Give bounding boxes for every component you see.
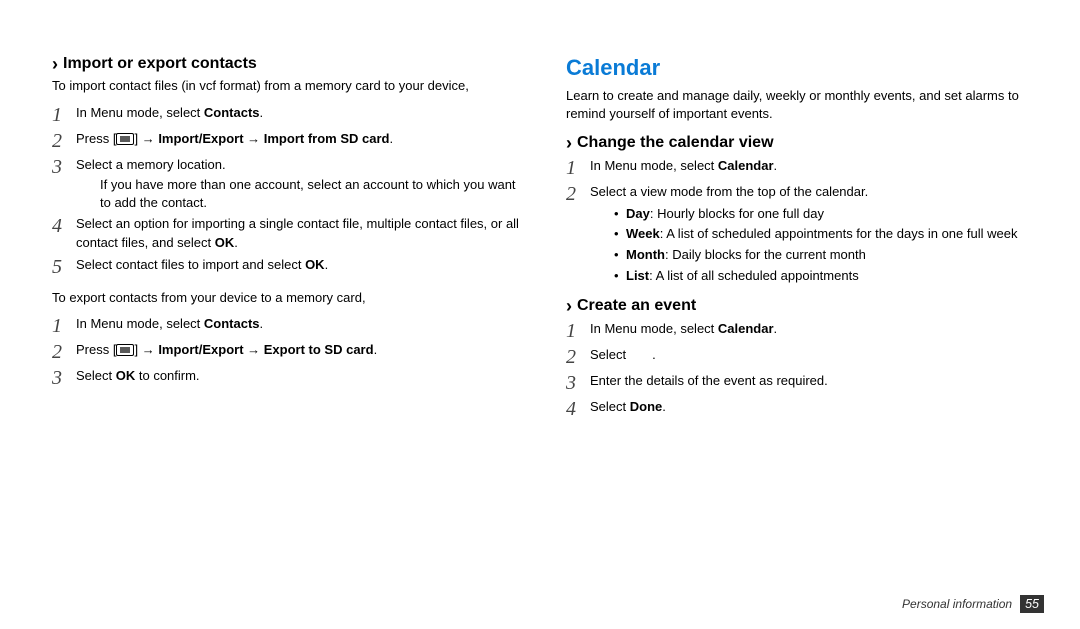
step: In Menu mode, select Contacts. [52,314,526,338]
step: In Menu mode, select Contacts. [52,103,526,127]
right-column: Calendar Learn to create and manage dail… [566,55,1040,431]
create-event-heading: › Create an event [566,297,1040,315]
step: Press [] → Import/Export → Export to SD … [52,340,526,364]
export-intro: To export contacts from your device to a… [52,289,526,307]
step: Select OK to confirm. [52,366,526,390]
step-note: If you have more than one account, selec… [100,176,526,212]
change-view-steps: In Menu mode, select Calendar. Select a … [566,156,1040,287]
menu-icon [116,344,134,356]
list-item: Week: A list of scheduled appointments f… [614,224,1040,245]
view-modes: Day: Hourly blocks for one full day Week… [590,204,1040,287]
step: Select an option for importing a single … [52,214,526,253]
page-footer: Personal information 55 [902,595,1044,613]
menu-icon [116,133,134,145]
heading-text: Create an event [577,297,696,315]
page-number: 55 [1020,595,1044,613]
step: Press [] → Import/Export → Import from S… [52,129,526,153]
import-export-heading: › Import or export contacts [52,55,526,73]
step: Select Done. [566,397,1040,421]
import-steps: In Menu mode, select Contacts. Press [] … [52,103,526,279]
list-item: List: A list of all scheduled appointmen… [614,266,1040,287]
footer-section-label: Personal information [902,597,1012,611]
left-column: › Import or export contacts To import co… [52,55,526,431]
list-item: Day: Hourly blocks for one full day [614,204,1040,225]
import-intro: To import contact files (in vcf format) … [52,77,526,95]
heading-text: Import or export contacts [63,55,257,73]
step: Select contact files to import and selec… [52,255,526,279]
chevron-icon: › [566,297,572,315]
step: Select a memory location. If you have mo… [52,155,526,212]
export-steps: In Menu mode, select Contacts. Press [] … [52,314,526,390]
heading-text: Change the calendar view [577,134,774,152]
calendar-intro: Learn to create and manage daily, weekly… [566,87,1040,122]
change-view-heading: › Change the calendar view [566,134,1040,152]
step: Select a view mode from the top of the c… [566,182,1040,287]
step: Select . [566,345,1040,369]
step: In Menu mode, select Calendar. [566,319,1040,343]
step: In Menu mode, select Calendar. [566,156,1040,180]
calendar-heading: Calendar [566,55,1040,81]
step: Enter the details of the event as requir… [566,371,1040,395]
list-item: Month: Daily blocks for the current mont… [614,245,1040,266]
create-event-steps: In Menu mode, select Calendar. Select . … [566,319,1040,421]
chevron-icon: › [52,55,58,73]
chevron-icon: › [566,134,572,152]
